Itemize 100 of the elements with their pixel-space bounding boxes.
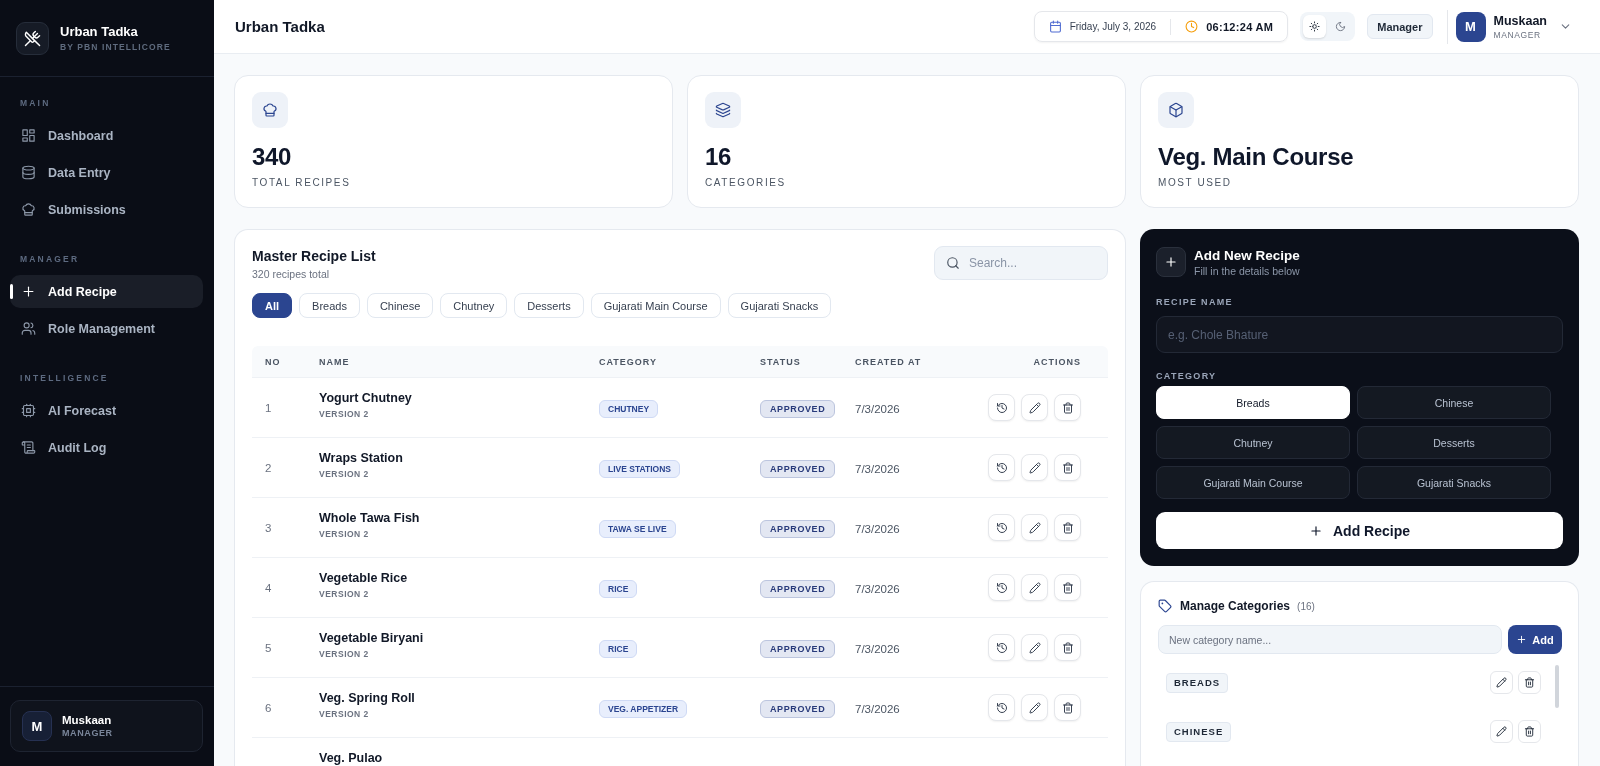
nav-item[interactable]: Dashboard [10, 119, 203, 152]
theme-button[interactable] [1303, 15, 1327, 38]
sun-icon [1309, 21, 1321, 32]
edit-button[interactable] [1490, 671, 1513, 694]
row-number: 6 [265, 701, 272, 714]
add-recipe-button[interactable]: Add Recipe [1156, 512, 1563, 549]
database-icon [21, 165, 36, 180]
plus-icon [21, 284, 36, 299]
pencil-icon [1496, 677, 1507, 688]
delete-button[interactable] [1518, 671, 1541, 694]
created-date: 7/3/2026 [855, 402, 900, 415]
filter-chip[interactable]: Gujarati Main Course [590, 293, 721, 318]
history-button[interactable] [988, 394, 1015, 421]
filter-chip[interactable]: All [252, 293, 293, 318]
user-card[interactable]: M Muskaan MANAGER [10, 700, 203, 752]
nav-item[interactable]: Role Management [10, 312, 203, 345]
delete-button[interactable] [1054, 514, 1081, 541]
category-option[interactable]: Gujarati Main Course [1156, 466, 1350, 499]
category-option[interactable]: Chutney [1156, 426, 1350, 459]
user-role: MANAGER [62, 728, 113, 738]
recipe-name: Wraps Station [319, 451, 404, 466]
stat-value: 340 [252, 143, 293, 171]
trash-icon [1061, 461, 1074, 474]
search-field[interactable]: Search... [934, 246, 1108, 280]
status-badge: APPROVED [760, 699, 836, 718]
page-title: Urban Tadka [235, 18, 325, 35]
nav-item[interactable]: Audit Log [10, 431, 203, 464]
category-badge: VEG. APPETIZER [599, 699, 688, 718]
user-avatar[interactable]: M [1455, 11, 1486, 42]
delete-button[interactable] [1054, 694, 1081, 721]
plus-icon [1156, 247, 1186, 277]
column-header: CATEGORY [599, 356, 657, 367]
edit-button[interactable] [1021, 454, 1048, 481]
section-label: MANAGER [20, 254, 81, 264]
edit-button[interactable] [1490, 720, 1513, 743]
category-option[interactable]: Breads [1156, 386, 1350, 419]
row-number: 1 [265, 401, 272, 414]
category-option[interactable]: Chinese [1357, 386, 1551, 419]
list-subtitle: 320 recipes total [252, 268, 331, 280]
nav-item[interactable]: Submissions [10, 193, 203, 226]
trash-icon [1061, 401, 1074, 414]
created-date: 7/3/2026 [855, 462, 900, 475]
nav-item[interactable]: Add Recipe [10, 275, 203, 308]
box-icon [1158, 92, 1194, 128]
pencil-icon [1028, 521, 1041, 534]
version-label: VERSION 2 [319, 589, 370, 600]
history-button[interactable] [988, 514, 1015, 541]
filter-chip[interactable]: Chutney [440, 293, 508, 318]
history-button[interactable] [988, 694, 1015, 721]
edit-button[interactable] [1021, 634, 1048, 661]
trash-icon [1061, 521, 1074, 534]
delete-button[interactable] [1054, 454, 1081, 481]
column-header: ACTIONS [1033, 356, 1081, 367]
section-label: INTELLIGENCE [20, 373, 110, 383]
field-label: CATEGORY [1156, 371, 1218, 381]
status-badge: APPROVED [760, 579, 836, 598]
history-button[interactable] [988, 634, 1015, 661]
recipe-name: Veg. Spring Roll [319, 691, 416, 706]
delete-button[interactable] [1054, 394, 1081, 421]
filter-chip[interactable]: Gujarati Snacks [727, 293, 832, 318]
add-category-button[interactable]: Add [1508, 625, 1562, 654]
filter-chip[interactable]: Chinese [366, 293, 434, 318]
history-icon [995, 521, 1008, 534]
delete-button[interactable] [1054, 574, 1081, 601]
delete-button[interactable] [1054, 634, 1081, 661]
column-header: NO [265, 356, 281, 367]
stat-label: CATEGORIES [705, 177, 787, 189]
category-option[interactable]: Gujarati Snacks [1357, 466, 1551, 499]
nav-item[interactable]: AI Forecast [10, 394, 203, 427]
recipe-name-field[interactable]: e.g. Chole Bhature [1156, 316, 1563, 353]
edit-button[interactable] [1021, 394, 1048, 421]
brand-tagline: BY PBN INTELLICORE [60, 42, 171, 52]
pencil-icon [1028, 401, 1041, 414]
list-title: Master Recipe List [252, 248, 376, 265]
recipe-name: Whole Tawa Fish [319, 511, 421, 526]
filter-chip[interactable]: Desserts [514, 293, 584, 318]
category-tag: BREADS [1166, 672, 1229, 693]
status-badge: APPROVED [760, 399, 836, 418]
delete-button[interactable] [1518, 720, 1541, 743]
category-option[interactable]: Desserts [1357, 426, 1551, 459]
edit-button[interactable] [1021, 574, 1048, 601]
search-icon [946, 256, 960, 270]
scrollbar[interactable] [1555, 665, 1559, 708]
trash-icon [1061, 581, 1074, 594]
trash-icon [1524, 726, 1535, 737]
created-date: 7/3/2026 [855, 642, 900, 655]
category-count: (16) [1297, 600, 1315, 612]
nav-item[interactable]: Data Entry [10, 156, 203, 189]
history-icon [995, 461, 1008, 474]
role-button[interactable]: Manager [1367, 14, 1433, 39]
pencil-icon [1028, 461, 1041, 474]
history-button[interactable] [988, 574, 1015, 601]
edit-button[interactable] [1021, 694, 1048, 721]
filter-chip[interactable]: Breads [299, 293, 360, 318]
section-label: MAIN [20, 98, 52, 108]
edit-button[interactable] [1021, 514, 1048, 541]
history-button[interactable] [988, 454, 1015, 481]
panel-subtitle: Fill in the details below [1194, 264, 1300, 277]
category-name-field[interactable]: New category name... [1158, 625, 1502, 654]
created-date: 7/3/2026 [855, 522, 900, 535]
